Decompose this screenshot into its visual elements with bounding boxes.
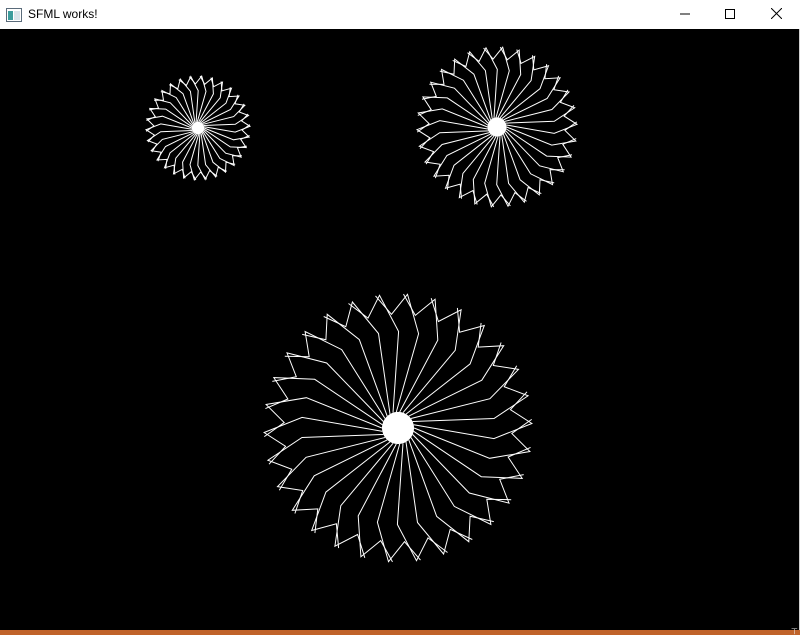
spirograph-petal [202, 131, 242, 167]
spirograph-petal [291, 439, 388, 534]
spirograph-petal [506, 121, 578, 146]
spirograph-petal [334, 442, 394, 558]
spirograph-petal [417, 96, 488, 126]
spirograph-core [191, 121, 205, 135]
spirograph-petal [410, 437, 512, 526]
spirograph-petal [408, 322, 505, 417]
spirograph-petal [402, 298, 462, 414]
spirograph-core [487, 117, 507, 137]
maximize-icon [725, 6, 735, 24]
spirograph-petal [284, 330, 386, 419]
medium-spirograph [415, 46, 579, 208]
app-window: SFML works! [0, 0, 800, 630]
taskbar-strip: ⊤ [0, 628, 800, 636]
spirograph-petal [413, 430, 531, 479]
spirograph-petal [265, 377, 383, 426]
spirograph-petal [412, 434, 524, 504]
spirograph-petal [412, 365, 530, 422]
spirograph-core [381, 411, 415, 445]
close-button[interactable] [753, 0, 799, 29]
spirograph-petal [272, 352, 384, 422]
minimize-icon [680, 6, 690, 24]
close-icon [770, 6, 782, 24]
spirograph-petal [396, 443, 448, 562]
window-title: SFML works! [28, 7, 98, 21]
spirograph-petal [348, 294, 400, 413]
maximize-button[interactable] [707, 0, 753, 29]
spirograph-scene [144, 46, 579, 563]
spirograph-petal [264, 397, 383, 438]
spirograph-petal [266, 434, 384, 491]
spirograph-petal [416, 108, 488, 133]
spirograph-petal [506, 128, 577, 158]
spirograph-petal [429, 68, 490, 122]
window-app-icon[interactable] [6, 7, 22, 22]
title-bar[interactable]: SFML works! [0, 0, 800, 29]
large-spirograph [263, 293, 533, 563]
minimize-button[interactable] [662, 0, 708, 29]
render-canvas[interactable] [0, 29, 799, 630]
small-spirograph [144, 75, 252, 181]
spirograph-petal [504, 132, 565, 186]
spirograph-petal [413, 418, 532, 459]
spirograph-petal [154, 89, 194, 125]
spirograph-petal [204, 113, 252, 133]
